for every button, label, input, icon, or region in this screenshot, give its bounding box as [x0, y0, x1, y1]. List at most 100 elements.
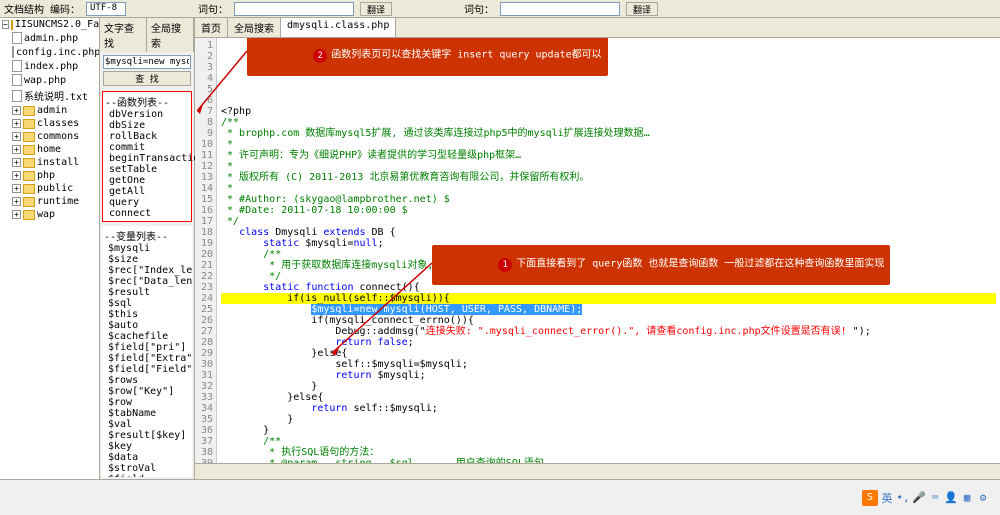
tree-item[interactable]: +commons	[0, 130, 99, 143]
variable-item[interactable]: $rows	[104, 375, 190, 386]
variable-item[interactable]: $stroVal	[104, 463, 190, 474]
code-line[interactable]: * #Date: 2011-07-18 10:00:00 $	[221, 205, 996, 216]
encoding-value[interactable]: UTF-8	[86, 2, 126, 16]
code-editor[interactable]: 1234567891011121314151617181920212223242…	[195, 38, 1000, 463]
code-line[interactable]: }	[221, 381, 996, 392]
tree-item[interactable]: +home	[0, 143, 99, 156]
code-line[interactable]: * brophp.com 数据库mysql5扩展, 通过该类库连接过php5中的…	[221, 128, 996, 139]
expand-icon[interactable]: +	[12, 171, 21, 180]
expand-icon[interactable]: +	[12, 197, 21, 206]
code-content[interactable]: 2函数列表页可以查找关键字 insert query update都可以 1下面…	[217, 38, 1000, 463]
variable-item[interactable]: $val	[104, 419, 190, 430]
variable-item[interactable]: $field	[104, 474, 190, 477]
horizontal-scrollbar[interactable]	[195, 463, 1000, 479]
tree-item[interactable]: config.inc.php	[0, 45, 99, 59]
function-item[interactable]: dbVersion	[105, 109, 189, 120]
code-line[interactable]: return $mysqli;	[221, 370, 996, 381]
code-line[interactable]: * 版权所有 (C) 2011-2013 北京易第优教育咨询有限公司，并保留所有…	[221, 172, 996, 183]
query-input-2[interactable]	[500, 2, 620, 16]
code-line[interactable]: * 执行SQL语句的方法：	[221, 447, 996, 458]
tree-item[interactable]: +wap	[0, 208, 99, 221]
tree-item[interactable]: +classes	[0, 117, 99, 130]
code-line[interactable]: * 许可声明：专为《细说PHP》读者提供的学习型轻量级php框架…	[221, 150, 996, 161]
variable-item[interactable]: $result	[104, 287, 190, 298]
code-line[interactable]: }else{	[221, 392, 996, 403]
code-line[interactable]: /**	[221, 117, 996, 128]
variable-item[interactable]: $row	[104, 397, 190, 408]
tree-item[interactable]: wap.php	[0, 73, 99, 87]
function-item[interactable]: getAll	[105, 186, 189, 197]
variable-item[interactable]: $sql	[104, 298, 190, 309]
variable-item[interactable]: $mysqli	[104, 243, 190, 254]
code-line[interactable]: }	[221, 425, 996, 436]
tab-home[interactable]: 首页	[195, 18, 228, 37]
code-line[interactable]: <?php	[221, 106, 996, 117]
code-line[interactable]: return self::$mysqli;	[221, 403, 996, 414]
code-line[interactable]: *	[221, 183, 996, 194]
variable-item[interactable]: $this	[104, 309, 190, 320]
variable-item[interactable]: $field["Extra"]	[104, 353, 190, 364]
tree-item[interactable]: 系统说明.txt	[0, 87, 99, 104]
code-line[interactable]: /**	[221, 436, 996, 447]
expand-icon[interactable]: +	[12, 210, 21, 219]
ime-grid-icon[interactable]: ▦	[960, 491, 974, 505]
code-line[interactable]: *	[221, 161, 996, 172]
expand-icon[interactable]: +	[12, 132, 21, 141]
expand-icon[interactable]: +	[12, 158, 21, 167]
variable-item[interactable]: $data	[104, 452, 190, 463]
variable-item[interactable]: $size	[104, 254, 190, 265]
tab-text-search[interactable]: 文字查找	[100, 18, 147, 52]
code-line[interactable]: * #Author: (skygao@lampbrother.net) $	[221, 194, 996, 205]
function-item[interactable]: commit	[105, 142, 189, 153]
tree-root[interactable]: − IISUNCMS2.0_Fashion_Zh	[0, 18, 99, 31]
translate-button-1[interactable]: 翻译	[360, 2, 392, 16]
variable-item[interactable]: $result[$key]	[104, 430, 190, 441]
variable-item[interactable]: $key	[104, 441, 190, 452]
variable-item[interactable]: $tabName	[104, 408, 190, 419]
variable-item[interactable]: $rec["Index_length"]	[104, 265, 190, 276]
tree-item[interactable]: +admin	[0, 104, 99, 117]
function-item[interactable]: setTable	[105, 164, 189, 175]
tab-global-search[interactable]: 全局搜索	[147, 18, 194, 52]
code-line[interactable]: * @param string $sql 用户查询的SQL语句	[221, 458, 996, 463]
code-line[interactable]: self::$mysqli=$mysqli;	[221, 359, 996, 370]
code-line[interactable]: */	[221, 216, 996, 227]
variable-item[interactable]: $rec["Data_length"]	[104, 276, 190, 287]
ime-lang[interactable]: 英	[880, 491, 894, 505]
tree-item[interactable]: +runtime	[0, 195, 99, 208]
search-input[interactable]	[103, 55, 191, 69]
variable-item[interactable]: $cachefile	[104, 331, 190, 342]
expand-icon[interactable]: +	[12, 106, 21, 115]
tree-item[interactable]: +install	[0, 156, 99, 169]
tab-file[interactable]: dmysqli.class.php	[281, 18, 396, 37]
translate-button-2[interactable]: 翻译	[626, 2, 658, 16]
search-button[interactable]: 查 找	[103, 71, 191, 86]
ime-toolbar[interactable]: S 英 •, 🎤 ⌨ 👤 ▦ ⚙	[862, 490, 990, 506]
ime-user-icon[interactable]: 👤	[944, 491, 958, 505]
tab-global[interactable]: 全局搜索	[228, 18, 281, 37]
code-line[interactable]: }	[221, 414, 996, 425]
variable-item[interactable]: $auto	[104, 320, 190, 331]
function-item[interactable]: dbSize	[105, 120, 189, 131]
tree-item[interactable]: +public	[0, 182, 99, 195]
ime-mic-icon[interactable]: 🎤	[912, 491, 926, 505]
expand-icon[interactable]: +	[12, 145, 21, 154]
ime-punc-icon[interactable]: •,	[896, 491, 910, 505]
variable-item[interactable]: $field["Field"]	[104, 364, 190, 375]
expand-icon[interactable]: +	[12, 184, 21, 193]
code-line[interactable]: *	[221, 139, 996, 150]
function-item[interactable]: beginTransaction	[105, 153, 189, 164]
tree-item[interactable]: +php	[0, 169, 99, 182]
expand-icon[interactable]: +	[12, 119, 21, 128]
function-item[interactable]: rollBack	[105, 131, 189, 142]
function-item[interactable]: getOne	[105, 175, 189, 186]
function-item[interactable]: query	[105, 197, 189, 208]
query-input-1[interactable]	[234, 2, 354, 16]
file-tree[interactable]: − IISUNCMS2.0_Fashion_Zh admin.phpconfig…	[0, 18, 100, 479]
ime-keyboard-icon[interactable]: ⌨	[928, 491, 942, 505]
function-item[interactable]: connect	[105, 208, 189, 219]
code-line[interactable]: class Dmysqli extends DB {	[221, 227, 996, 238]
ime-gear-icon[interactable]: ⚙	[976, 491, 990, 505]
variable-item[interactable]: $field["pri"]	[104, 342, 190, 353]
ime-brand-icon[interactable]: S	[862, 490, 878, 506]
